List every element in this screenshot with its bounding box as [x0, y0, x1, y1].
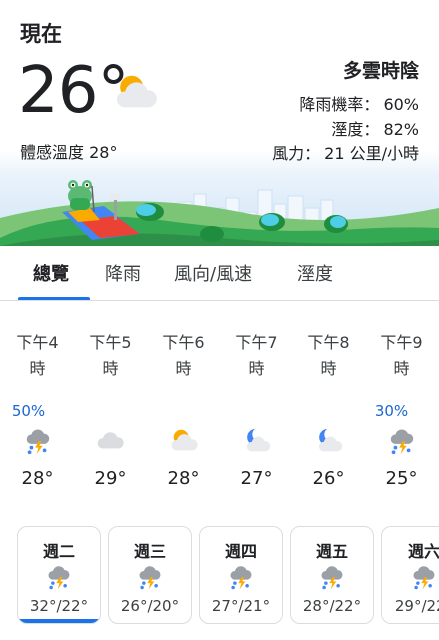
day-high-low: 26°/20° [120, 597, 180, 615]
day-card-saturday[interactable]: 週六 29°/22° [381, 526, 439, 624]
thunderstorm-icon [200, 563, 282, 595]
tab-overview[interactable]: 總覽 [33, 260, 69, 286]
partly-cloudy-icon [147, 426, 220, 458]
hour-temperature: 28° [167, 468, 200, 489]
day-high-low: 29°/22° [394, 597, 439, 615]
day-name: 週三 [133, 542, 166, 561]
day-high-low: 27°/21° [211, 597, 271, 615]
selected-day-indicator [18, 619, 100, 623]
hour-precip-chance: 50% [11, 402, 46, 420]
tab-humidity[interactable]: 溼度 [297, 260, 333, 286]
day-high-low: 32°/22° [29, 597, 89, 615]
weather-illustration [0, 180, 439, 246]
current-weather-card: 現在 26° 體感溫度 28° 多雲時陰 降雨機率： 60% 溼度： 82% 風力：… [0, 0, 439, 246]
hour-temperature: 28° [21, 468, 54, 489]
hour-slot: 下午4 時 [1, 330, 74, 382]
hour-slot: 下午8 時 [292, 330, 365, 382]
hour-time-suffix: 時 [29, 359, 46, 378]
hour-time-suffix: 時 [248, 359, 265, 378]
hour-temperature: 25° [385, 468, 418, 489]
day-card-tuesday[interactable]: 週二 32°/22° [17, 526, 101, 624]
day-card-thursday[interactable]: 週四 27°/21° [199, 526, 283, 624]
hour-time: 下午5 [89, 333, 132, 352]
day-high-low: 28°/22° [302, 597, 362, 615]
hour-temperature: 27° [240, 468, 273, 489]
hour-time-suffix: 時 [320, 359, 337, 378]
thunderstorm-icon [291, 563, 373, 595]
thunderstorm-icon [382, 563, 439, 595]
current-temperature: 26° [18, 54, 129, 128]
humidity-label: 溼度： [331, 120, 380, 139]
hour-slot: 下午9 時 [365, 330, 438, 382]
tab-wind[interactable]: 風向/風速 [174, 260, 252, 286]
wind-value: 21 公里/小時 [324, 144, 419, 163]
hour-temperature: 26° [312, 468, 345, 489]
day-name: 週六 [407, 542, 439, 561]
condition-text: 多雲時陰 [342, 60, 419, 82]
hour-time: 下午4 [16, 333, 59, 352]
precip-chance: 降雨機率： 60% [295, 91, 419, 115]
cloudy-icon [74, 426, 147, 458]
day-card-friday[interactable]: 週五 28°/22° [290, 526, 374, 624]
hour-time: 下午7 [235, 333, 278, 352]
thunderstorm-icon [365, 426, 438, 458]
hour-time: 下午6 [162, 333, 205, 352]
hour-precip-chance: 30% [374, 402, 409, 420]
precip-value: 60% [383, 95, 419, 114]
day-name: 週五 [315, 542, 348, 561]
humidity-value: 82% [383, 120, 419, 139]
partly-cloudy-icon [113, 70, 159, 120]
active-tab-indicator [18, 297, 90, 300]
wind: 風力： 21 公里/小時 [268, 140, 419, 164]
now-label: 現在 [20, 22, 62, 46]
night-cloudy-icon [292, 426, 365, 458]
tab-precipitation[interactable]: 降雨 [105, 260, 141, 286]
thunderstorm-icon [1, 426, 74, 458]
hour-slot: 下午7 時 [220, 330, 293, 382]
thunderstorm-icon [18, 563, 100, 595]
hour-temperature: 29° [94, 468, 127, 489]
wind-label: 風力： [272, 144, 321, 163]
hour-time-suffix: 時 [393, 359, 410, 378]
night-cloudy-icon [220, 426, 293, 458]
tab-bar: 總覽 降雨 風向/風速 溼度 [0, 246, 439, 301]
precip-label: 降雨機率： [299, 95, 380, 114]
day-name: 週四 [224, 542, 257, 561]
feels-like: 體感溫度 28° [20, 143, 118, 162]
thunderstorm-icon [109, 563, 191, 595]
hour-time: 下午8 [307, 333, 350, 352]
hour-slot: 下午6 時 [147, 330, 220, 382]
humidity: 溼度： 82% [327, 116, 419, 140]
hour-time-suffix: 時 [102, 359, 119, 378]
hour-time-suffix: 時 [175, 359, 192, 378]
hour-slot: 下午5 時 [74, 330, 147, 382]
hour-time: 下午9 [380, 333, 423, 352]
day-card-wednesday[interactable]: 週三 26°/20° [108, 526, 192, 624]
day-name: 週二 [42, 542, 75, 561]
